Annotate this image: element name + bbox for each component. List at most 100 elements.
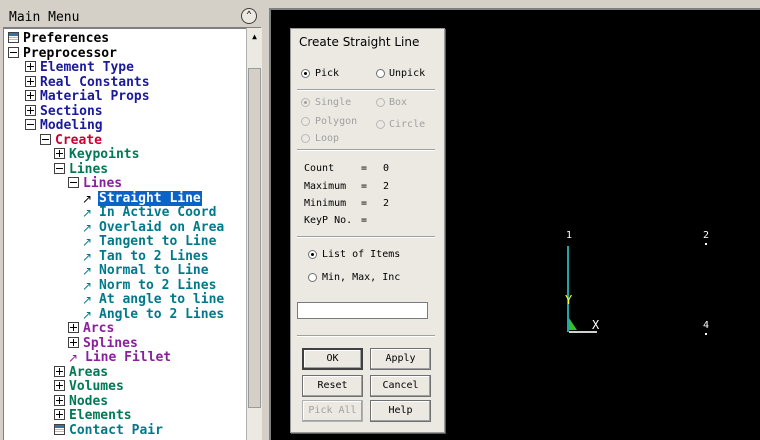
tree-item-label: Overlaid on Area <box>99 219 225 235</box>
tree-item-norm-to-2-lines[interactable]: ↗ Norm to 2 Lines <box>82 278 217 294</box>
tree-item-element-type[interactable]: Element Type <box>25 61 135 76</box>
keypoint-label-1: 1 <box>566 230 573 241</box>
unpick-radio[interactable] <box>376 69 385 78</box>
circle-radio[interactable] <box>376 120 385 129</box>
tree-item-label: Material Props <box>40 89 150 104</box>
tree-item-label: Lines <box>83 176 123 191</box>
pick-all-button[interactable]: Pick All <box>302 400 363 422</box>
maximum-label: Maximum <box>304 181 347 192</box>
expand-plus-icon[interactable] <box>54 409 65 420</box>
expand-plus-icon[interactable] <box>54 365 65 377</box>
box-label: Box <box>389 97 408 108</box>
main-menu-title: Main Menu <box>9 10 80 25</box>
tree-item-label: Normal to Line <box>99 263 209 278</box>
polygon-radio[interactable] <box>301 117 310 126</box>
separator <box>297 149 435 151</box>
keyp-label: KeyP No. <box>304 215 353 226</box>
tree-item-real-constants[interactable]: Real Constants <box>25 75 151 91</box>
expand-plus-icon[interactable] <box>54 380 65 391</box>
command-arrow-icon: ↗ <box>82 206 93 220</box>
dialog-window-icon <box>8 32 19 43</box>
expand-plus-icon[interactable] <box>54 148 65 159</box>
triad-icon <box>569 318 577 330</box>
count-value: 0 <box>383 163 390 174</box>
collapse-minus-icon[interactable] <box>40 133 51 145</box>
graphics-toolbar-strip <box>270 0 760 8</box>
tree-item-label: Sections <box>40 103 103 119</box>
tree-item-sections[interactable]: Sections <box>25 103 104 120</box>
command-arrow-icon: ↗ <box>82 249 93 264</box>
tree-item-label: Straight Line <box>98 190 202 206</box>
expand-plus-icon[interactable] <box>25 61 36 72</box>
reset-button[interactable]: Reset <box>302 375 363 397</box>
tree-scrollbar[interactable]: ▲ <box>246 28 262 440</box>
keypoint-label-2: 2 <box>703 230 710 241</box>
tree-item-in-active-coord[interactable]: ↗ In Active Coord <box>82 206 217 221</box>
tree-item-tangent-to-line[interactable]: ↗ Tangent to Line <box>82 235 217 250</box>
tree-item-material-props[interactable]: Material Props <box>25 90 151 105</box>
apply-button[interactable]: Apply <box>370 348 431 370</box>
main-menu-panel: Main Menu ⌃ Preferences Preprocessor Eleme… <box>0 0 264 440</box>
tree-item-modeling[interactable]: Modeling <box>25 119 104 134</box>
tree-item-create[interactable]: Create <box>40 132 103 149</box>
collapse-minus-icon[interactable] <box>68 177 79 188</box>
tree-item-angle-to-2-lines[interactable]: ↗ Angle to 2 Lines <box>82 307 225 323</box>
min-max-inc-radio[interactable] <box>308 273 317 282</box>
collapse-minus-icon[interactable] <box>8 46 19 58</box>
ok-button[interactable]: OK <box>302 348 363 370</box>
collapse-minus-icon[interactable] <box>54 162 65 174</box>
tree-item-label: Elements <box>69 408 132 423</box>
tree-item-label: Arcs <box>83 321 115 336</box>
minimum-label: Minimum <box>304 198 347 209</box>
expand-plus-icon[interactable] <box>68 336 79 348</box>
tree-item-label: Create <box>55 132 102 148</box>
pick-radio[interactable] <box>301 69 310 78</box>
tree-item-elements[interactable]: Elements <box>54 409 133 424</box>
box-radio[interactable] <box>376 98 385 107</box>
dialog-window-icon <box>54 423 65 435</box>
tree-item-lines[interactable]: Lines <box>68 177 123 192</box>
tree-item-line-fillet[interactable]: ↗ Line Fillet <box>68 351 172 366</box>
global-y-axis-line <box>567 246 569 332</box>
tree-item-keypoints[interactable]: Keypoints <box>54 148 140 163</box>
menu-tree: Preferences Preprocessor Element Type Real … <box>3 28 246 440</box>
minimum-eq: = <box>361 198 368 209</box>
tree-item-straight-line[interactable]: ↗ Straight Line <box>82 190 202 207</box>
tree-item-preprocessor[interactable]: Preprocessor <box>8 46 118 62</box>
tree-item-normal-to-line[interactable]: ↗ Normal to Line <box>82 264 210 279</box>
expand-plus-icon[interactable] <box>54 394 65 406</box>
list-of-items-label: List of Items <box>322 249 401 260</box>
tree-item-nodes[interactable]: Nodes <box>54 393 109 410</box>
tree-item-contact-pair[interactable]: Contact Pair <box>54 423 164 439</box>
collapse-icon[interactable]: ⌃ <box>241 8 257 24</box>
expand-plus-icon[interactable] <box>68 322 79 333</box>
axis-x-label: X <box>592 318 600 332</box>
single-radio[interactable] <box>301 98 310 107</box>
tree-item-preferences[interactable]: Preferences <box>8 32 110 47</box>
scroll-up-icon[interactable]: ▲ <box>249 31 260 42</box>
list-of-items-radio[interactable] <box>308 250 317 259</box>
expand-plus-icon[interactable] <box>25 104 36 116</box>
scroll-thumb[interactable] <box>248 68 261 408</box>
cancel-button[interactable]: Cancel <box>370 375 431 397</box>
help-button[interactable]: Help <box>370 400 431 422</box>
command-arrow-icon: ↗ <box>82 235 93 249</box>
polygon-label: Polygon <box>315 116 358 127</box>
pick-entry-field[interactable] <box>297 302 428 319</box>
tree-item-at-angle-to-line[interactable]: ↗ At angle to line <box>82 293 225 308</box>
tree-item-label: Tan to 2 Lines <box>99 248 209 264</box>
expand-plus-icon[interactable] <box>25 90 36 101</box>
tree-item-areas[interactable]: Areas <box>54 365 109 381</box>
collapse-minus-icon[interactable] <box>25 119 36 130</box>
tree-item-overlaid-on-area[interactable]: ↗ Overlaid on Area <box>82 219 225 236</box>
tree-item-lines[interactable]: Lines <box>54 162 109 178</box>
tree-item-label: Nodes <box>69 393 109 409</box>
keypoint-label-4: 4 <box>703 320 710 331</box>
loop-radio[interactable] <box>301 134 310 143</box>
tree-item-volumes[interactable]: Volumes <box>54 380 125 395</box>
expand-plus-icon[interactable] <box>25 75 36 87</box>
tree-item-arcs[interactable]: Arcs <box>68 322 115 337</box>
tree-item-splines[interactable]: Splines <box>68 336 139 352</box>
tree-item-tan-to-2-lines[interactable]: ↗ Tan to 2 Lines <box>82 248 210 265</box>
axis-y-label: Y <box>565 293 573 307</box>
